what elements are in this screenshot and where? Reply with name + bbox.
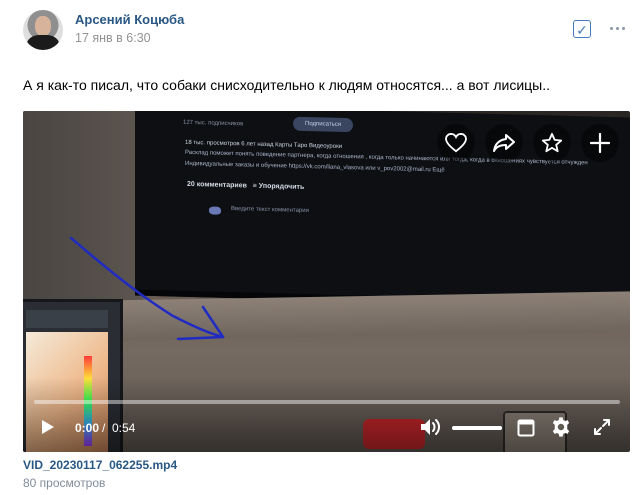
author-name[interactable]: Арсений Коцюба (75, 12, 184, 27)
avatar-body (27, 35, 59, 50)
heart-icon[interactable] (437, 124, 475, 162)
video-views: 80 просмотров (23, 476, 106, 490)
volume-slider[interactable] (452, 426, 502, 430)
gear-icon[interactable] (550, 416, 572, 443)
volume-icon[interactable] (419, 417, 441, 442)
avatar-face (35, 16, 51, 36)
check-square-icon[interactable]: ✓ (573, 20, 591, 38)
avatar[interactable] (23, 10, 63, 50)
volume-slider-fill (452, 426, 502, 430)
more-horizontal-icon[interactable] (607, 21, 627, 35)
picture-in-picture-icon[interactable] (517, 419, 535, 442)
post-text: А я как-то писал, что собаки снисходител… (23, 77, 550, 93)
controls-overlay (23, 377, 630, 452)
star-icon[interactable] (533, 124, 571, 162)
current-time: 0:00 (75, 421, 100, 435)
plus-icon[interactable] (581, 124, 619, 162)
share-arrow-icon[interactable] (485, 124, 523, 162)
fullscreen-icon[interactable] (593, 418, 611, 441)
play-icon[interactable] (37, 417, 57, 437)
video-progress-bar[interactable] (34, 400, 620, 404)
video-file-name[interactable]: VID_20230117_062255.mp4 (23, 458, 177, 472)
post-time[interactable]: 17 янв в 6:30 (75, 31, 151, 45)
video-duration: 0:54 (112, 421, 136, 435)
video-player[interactable]: 127 тыс. подписчиков Подписаться 18 тыс.… (23, 111, 630, 452)
time-separator: / (102, 421, 106, 435)
